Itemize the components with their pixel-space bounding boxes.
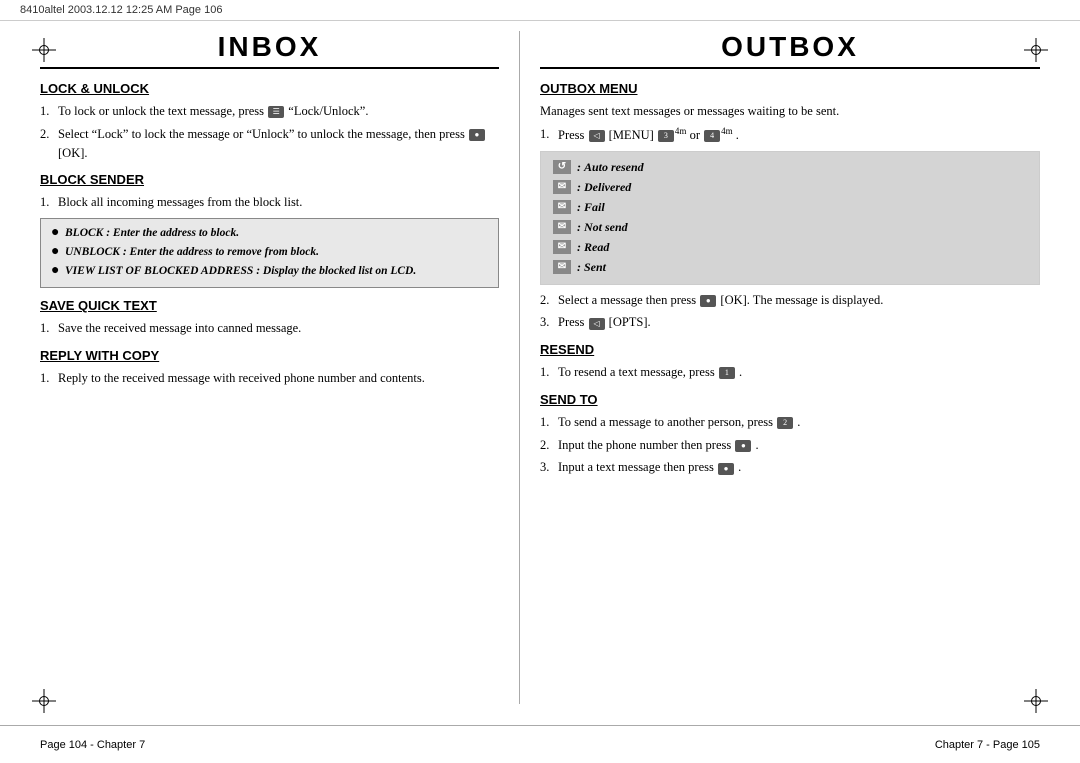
- menu-sent: ✉ : Sent: [553, 258, 1027, 276]
- outbox-step-2: 2. Select a message then press ● [OK]. T…: [540, 291, 1040, 310]
- crosshair-bottom-left: [32, 689, 56, 713]
- send-to-item-3: 3. Input a text message then press ● .: [540, 458, 1040, 477]
- save-quick-text-content: 1. Save the received message into canned…: [40, 319, 499, 338]
- menu-delivered: ✉ : Delivered: [553, 178, 1027, 196]
- nav-btn-2: ◁: [589, 318, 605, 330]
- crosshair-bottom-right: [1024, 689, 1048, 713]
- main-content: INBOX Lock & Unlock 1. To lock or unlock…: [0, 21, 1080, 714]
- footer: Page 104 - Chapter 7 Chapter 7 - Page 10…: [0, 725, 1080, 763]
- send-btn-2: 2: [777, 417, 793, 429]
- sent-icon: ✉: [553, 260, 571, 274]
- outbox-menu-box: ↺ : Auto resend ✉ : Delivered ✉ : Fail ✉…: [540, 151, 1040, 285]
- resend-heading: Resend: [540, 342, 1040, 357]
- top-bar-text: 8410altel 2003.12.12 12:25 AM Page 106: [20, 4, 222, 16]
- lock-unlock-heading: Lock & Unlock: [40, 81, 499, 96]
- inbox-title: INBOX: [40, 31, 499, 63]
- block-item-1: 1. Block all incoming messages from the …: [40, 193, 499, 212]
- menu-btn-icon: ☰: [268, 106, 284, 118]
- outbox-step-1: 1. Press ◁ [MENU] 34m or 44m .: [540, 125, 1040, 145]
- ok-btn-icon: ●: [469, 129, 485, 141]
- ok-btn-2: ●: [700, 295, 716, 307]
- resend-content: 1. To resend a text message, press 1 .: [540, 363, 1040, 382]
- send-to-heading: Send To: [540, 392, 1040, 407]
- lock-item-2: 2. Select “Lock” to lock the message or …: [40, 125, 499, 163]
- delivered-icon: ✉: [553, 180, 571, 194]
- footer-right: Chapter 7 - Page 105: [935, 739, 1040, 751]
- send-to-content: 1. To send a message to another person, …: [540, 413, 1040, 477]
- outbox-step-3: 3. Press ◁ [OPTS].: [540, 313, 1040, 332]
- menu-auto-resend: ↺ : Auto resend: [553, 158, 1027, 176]
- bullet-unblock: ● UNBLOCK : Enter the address to remove …: [51, 244, 488, 261]
- outbox-menu-heading: Outbox Menu: [540, 81, 1040, 96]
- read-icon: ✉: [553, 240, 571, 254]
- footer-left: Page 104 - Chapter 7: [40, 739, 935, 751]
- ok-btn-4: ●: [718, 463, 734, 475]
- outbox-column: OUTBOX Outbox Menu Manages sent text mes…: [520, 31, 1040, 704]
- inbox-column: INBOX Lock & Unlock 1. To lock or unlock…: [40, 31, 520, 704]
- top-bar: 8410altel 2003.12.12 12:25 AM Page 106: [0, 0, 1080, 21]
- outbox-underline: [540, 67, 1040, 69]
- outbox-steps: 1. Press ◁ [MENU] 34m or 44m . ↺ : Auto …: [540, 125, 1040, 332]
- bullet-view-list: ● VIEW LIST OF BLOCKED ADDRESS : Display…: [51, 263, 488, 280]
- num4-btn: 4: [704, 130, 720, 142]
- crosshair-top-left: [32, 38, 56, 62]
- fail-icon: ✉: [553, 200, 571, 214]
- num3-btn: 3: [658, 130, 674, 142]
- reply-with-copy-content: 1. Reply to the received message with re…: [40, 369, 499, 388]
- inbox-underline: [40, 67, 499, 69]
- outbox-intro: Manages sent text messages or messages w…: [540, 102, 1040, 121]
- nav-btn-icon: ◁: [589, 130, 605, 142]
- bullet-block: ● BLOCK : Enter the address to block.: [51, 225, 488, 242]
- ok-btn-3: ●: [735, 440, 751, 452]
- menu-fail: ✉ : Fail: [553, 198, 1027, 216]
- save-quick-text-heading: Save Quick Text: [40, 298, 499, 313]
- reply-with-copy-heading: Reply With Copy: [40, 348, 499, 363]
- menu-not-send: ✉ : Not send: [553, 218, 1027, 236]
- reply-item-1: 1. Reply to the received message with re…: [40, 369, 499, 388]
- block-sender-heading: Block Sender: [40, 172, 499, 187]
- lock-item-1: 1. To lock or unlock the text message, p…: [40, 102, 499, 121]
- save-item-1: 1. Save the received message into canned…: [40, 319, 499, 338]
- resend-item-1: 1. To resend a text message, press 1 .: [540, 363, 1040, 382]
- outbox-title: OUTBOX: [540, 31, 1040, 63]
- send-to-item-2: 2. Input the phone number then press ● .: [540, 436, 1040, 455]
- lock-unlock-content: 1. To lock or unlock the text message, p…: [40, 102, 499, 162]
- resend-btn-icon: 1: [719, 367, 735, 379]
- not-send-icon: ✉: [553, 220, 571, 234]
- auto-resend-icon: ↺: [553, 160, 571, 174]
- menu-read: ✉ : Read: [553, 238, 1027, 256]
- crosshair-top-right: [1024, 38, 1048, 62]
- block-sender-content: 1. Block all incoming messages from the …: [40, 193, 499, 288]
- block-bullet-box: ● BLOCK : Enter the address to block. ● …: [40, 218, 499, 288]
- send-to-item-1: 1. To send a message to another person, …: [540, 413, 1040, 432]
